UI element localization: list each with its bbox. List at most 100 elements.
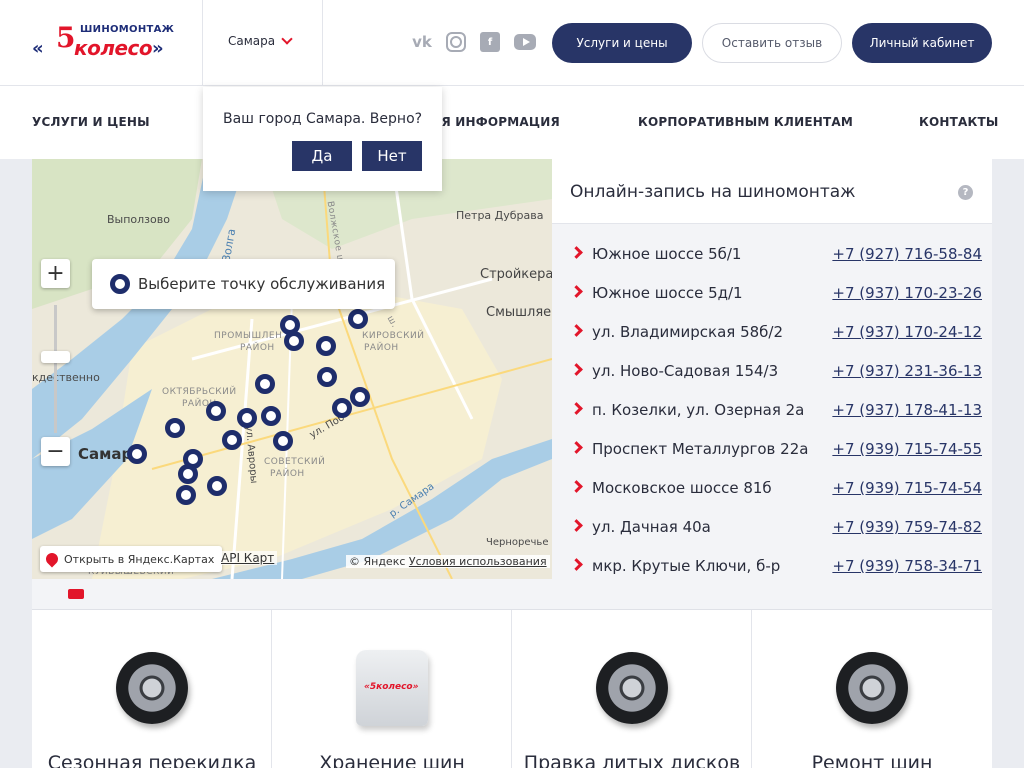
map-pin[interactable]: [237, 408, 257, 428]
map-label-rayon: РАЙОН: [364, 343, 399, 353]
map-pin[interactable]: [348, 309, 368, 329]
map-label-samara: Самар: [78, 445, 133, 463]
map-pin[interactable]: [255, 374, 275, 394]
chevron-right-icon: [570, 285, 583, 298]
tire-icon: [836, 652, 908, 724]
service-map[interactable]: Выползово Петра Дубрава Стройкера Смышля…: [32, 159, 552, 579]
nav-contacts[interactable]: КОНТАКТЫ: [919, 115, 999, 129]
map-label-smyshlyae: Смышляе: [486, 305, 552, 320]
chevron-right-icon: [570, 519, 583, 532]
map-pin[interactable]: [316, 336, 336, 356]
service-card[interactable]: Сезонная перекидка: [32, 610, 272, 768]
nav-useful-info[interactable]: АЯ ИНФОРМАЦИЯ: [432, 115, 560, 129]
map-pin[interactable]: [261, 406, 281, 426]
location-phone[interactable]: +7 (939) 758-34-71: [832, 557, 982, 575]
service-card[interactable]: «5колесо» Хранение шин: [272, 610, 512, 768]
nav-corporate[interactable]: КОРПОРАТИВНЫМ КЛИЕНТАМ: [638, 115, 853, 129]
map-label-petra-dubrava: Петра Дубрава: [456, 209, 544, 222]
main-nav: УСЛУГИ И ЦЕНЫ АЯ ИНФОРМАЦИЯ КОРПОРАТИВНЫ…: [0, 86, 1024, 159]
open-in-yandex-label: Открыть в Яндекс.Картах: [64, 552, 215, 566]
service-name: Ремонт шин: [811, 752, 933, 768]
map-pin[interactable]: [332, 398, 352, 418]
copyright-text: © Яндекс: [349, 555, 406, 568]
services-grid: Сезонная перекидка «5колесо» Хранение ши…: [32, 610, 992, 768]
service-card[interactable]: Правка литых дисков: [512, 610, 752, 768]
vk-icon[interactable]: vk: [412, 32, 432, 52]
map-pin[interactable]: [273, 431, 293, 451]
open-in-yandex-maps-button[interactable]: Открыть в Яндекс.Картах: [40, 546, 223, 572]
location-phone[interactable]: +7 (939) 715-74-55: [832, 440, 982, 458]
map-pin[interactable]: [350, 387, 370, 407]
choose-point-label: Выберите точку обслуживания: [138, 275, 386, 293]
location-address: Южное шоссе 5д/1: [592, 284, 743, 302]
map-pin[interactable]: [284, 331, 304, 351]
location-row[interactable]: Московское шоссе 81б +7 (939) 715-74-54: [552, 471, 992, 510]
map-pin[interactable]: [176, 485, 196, 505]
zoom-in-button[interactable]: +: [41, 259, 70, 288]
map-pin[interactable]: [222, 430, 242, 450]
api-maps-link[interactable]: API Карт: [218, 551, 278, 565]
city-selector[interactable]: Самара: [228, 32, 293, 48]
location-address: ул. Дачная 40а: [592, 518, 711, 536]
location-row[interactable]: Южное шоссе 5д/1 +7 (937) 170-23-26: [552, 276, 992, 315]
location-row[interactable]: ул. Владимирская 58б/2 +7 (937) 170-24-12: [552, 315, 992, 354]
location-row[interactable]: ул. Ново-Садовая 154/3 +7 (937) 231-36-13: [552, 354, 992, 393]
location-phone[interactable]: +7 (927) 716-58-84: [832, 245, 982, 263]
city-confirm-no-button[interactable]: Нет: [362, 141, 422, 171]
map-pin[interactable]: [178, 464, 198, 484]
youtube-icon[interactable]: [514, 34, 536, 50]
location-row[interactable]: п. Козелки, ул. Озерная 2а +7 (937) 178-4…: [552, 393, 992, 432]
chevron-right-icon: [570, 324, 583, 337]
city-confirm-yes-button[interactable]: Да: [292, 141, 352, 171]
location-phone[interactable]: +7 (937) 231-36-13: [832, 362, 982, 380]
chevron-down-icon: [281, 32, 293, 45]
map-pin[interactable]: [207, 476, 227, 496]
location-phone[interactable]: +7 (937) 170-23-26: [832, 284, 982, 302]
location-row[interactable]: ул. Дачная 40а +7 (939) 759-74-82: [552, 510, 992, 549]
city-confirm-popup: Ваш город Самара. Верно? Да Нет: [203, 87, 442, 191]
booking-title: Онлайн-запись на шиномонтаж: [570, 182, 856, 202]
facebook-icon[interactable]: f: [480, 32, 500, 52]
services-prices-button[interactable]: Услуги и цены: [552, 23, 692, 63]
terms-of-use-link[interactable]: Условия использования: [409, 555, 547, 568]
map-label-chernorechye: Черноречье: [486, 537, 549, 548]
map-pin[interactable]: [165, 418, 185, 438]
alloy-wheel-icon: [596, 652, 668, 724]
chevron-right-icon: [570, 441, 583, 454]
location-row[interactable]: Проспект Металлургов 22а +7 (939) 715-74-…: [552, 432, 992, 471]
zoom-out-button[interactable]: −: [41, 437, 70, 466]
location-phone[interactable]: +7 (939) 759-74-82: [832, 518, 982, 536]
nav-services[interactable]: УСЛУГИ И ЦЕНЫ: [32, 115, 150, 129]
personal-account-button[interactable]: Личный кабинет: [852, 23, 992, 63]
choose-point-hint: Выберите точку обслуживания: [92, 259, 395, 309]
help-icon[interactable]: ?: [958, 185, 973, 200]
map-label-rayon: РАЙОН: [240, 343, 275, 353]
map-footer-strip: [32, 579, 992, 610]
instagram-icon[interactable]: [446, 32, 466, 52]
logo[interactable]: « 5 ШИНОМОНТАЖ колесо »: [32, 24, 174, 61]
map-pin[interactable]: [317, 367, 337, 387]
map-label-vypolzovo: Выползово: [107, 213, 170, 226]
slider-indicator[interactable]: [68, 589, 84, 599]
location-row[interactable]: Южное шоссе 5б/1 +7 (927) 716-58-84: [552, 237, 992, 276]
site-header: « 5 ШИНОМОНТАЖ колесо » Самара vk f Услу…: [0, 0, 1024, 86]
leave-review-button[interactable]: Оставить отзыв: [702, 23, 842, 63]
map-pin[interactable]: [127, 444, 147, 464]
map-label-rozhdestveno: кдественно: [32, 371, 100, 384]
location-phone[interactable]: +7 (937) 178-41-13: [832, 401, 982, 419]
city-confirm-question: Ваш город Самара. Верно?: [223, 111, 423, 127]
location-phone[interactable]: +7 (939) 715-74-54: [832, 479, 982, 497]
map-label-oktyabrsky: ОКТЯБРЬСКИЙ: [162, 387, 237, 397]
location-phone[interactable]: +7 (937) 170-24-12: [832, 323, 982, 341]
location-address: Московское шоссе 81б: [592, 479, 772, 497]
map-pin[interactable]: [206, 401, 226, 421]
logo-name: колесо: [74, 36, 153, 60]
zoom-slider-track[interactable]: [54, 305, 57, 433]
header-divider: [202, 0, 203, 86]
booking-panel: Онлайн-запись на шиномонтаж ? Южное шосс…: [552, 159, 992, 579]
zoom-slider-handle[interactable]: [41, 351, 70, 363]
location-address: Проспект Металлургов 22а: [592, 440, 809, 458]
location-row[interactable]: мкр. Крутые Ключи, б-р +7 (939) 758-34-71: [552, 549, 992, 579]
map-label-stroykera: Стройкера: [480, 267, 552, 282]
service-card[interactable]: Ремонт шин: [752, 610, 992, 768]
